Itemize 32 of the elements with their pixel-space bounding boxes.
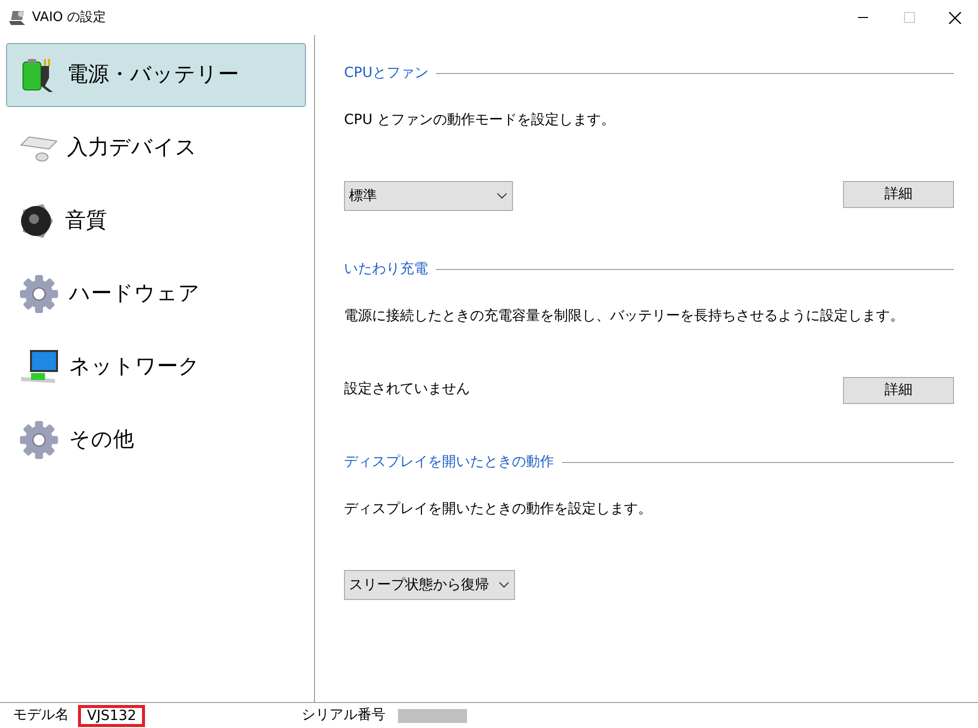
serial-label: シリアル番号 — [301, 706, 386, 725]
section-heading: ディスプレイを開いたときの動作 — [344, 452, 554, 472]
section-heading: いたわり充電 — [344, 260, 428, 278]
gear-icon — [19, 420, 59, 460]
dropdown[interactable]: 標準 — [344, 181, 513, 211]
sidebar-item[interactable]: その他 — [6, 408, 306, 472]
sidebar-item[interactable]: 電源・バッテリー — [6, 43, 306, 107]
section-heading: CPUとファン — [344, 64, 428, 82]
minimize-icon — [858, 17, 868, 18]
sidebar-item[interactable]: 音質 — [6, 189, 306, 253]
model-value: VJS132 — [78, 704, 146, 726]
redaction-bar — [398, 708, 468, 722]
details-button[interactable]: 詳細 — [843, 377, 954, 404]
laptop-icon — [7, 8, 27, 26]
model-label: モデル名 — [13, 706, 69, 725]
caret-icon — [499, 582, 509, 588]
section-description: CPU とファンの動作モードを設定します。 — [344, 111, 616, 130]
computer-network-icon — [19, 349, 59, 385]
sidebar-item[interactable]: ハードウェア — [6, 262, 306, 326]
section-description: 電源に接続したときの充電容量を制限し、バッテリーを長持ちさせるように設定します。 — [344, 307, 905, 326]
speaker-icon — [19, 202, 55, 240]
details-button[interactable]: 詳細 — [843, 181, 954, 208]
caret-icon — [497, 193, 507, 199]
sidebar-item[interactable]: ネットワーク — [6, 335, 306, 399]
section-description: ディスプレイを開いたときの動作を設定します。 — [344, 500, 653, 519]
dropdown[interactable]: スリープ状態から復帰 — [344, 570, 515, 600]
gear-icon — [19, 274, 59, 314]
maximize-icon — [904, 12, 914, 23]
close-icon — [949, 12, 961, 24]
sidebar-item[interactable]: 入力デバイス — [6, 116, 306, 180]
window-title: VAIO の設定 — [32, 8, 106, 27]
status-text: 設定されていません — [344, 380, 470, 399]
